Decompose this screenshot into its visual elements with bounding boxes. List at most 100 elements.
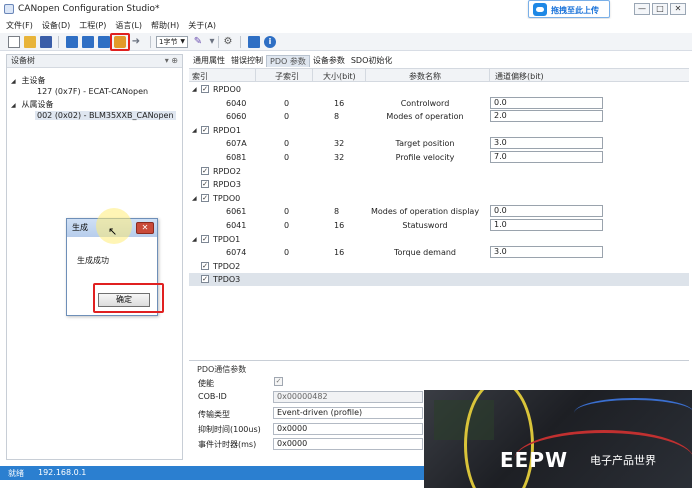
pdo-offset-field[interactable]: 3.0	[490, 137, 603, 150]
pdo-offset-field[interactable]: 1.0	[490, 219, 603, 231]
pdo-enable-checkbox[interactable]: ✓	[201, 166, 209, 175]
app-icon	[4, 4, 14, 14]
tab-error-control[interactable]: 错误控制	[228, 55, 266, 67]
menu-help[interactable]: 帮助(H)	[151, 19, 179, 33]
pin-icon[interactable]: ▾ ⊕	[165, 55, 178, 67]
pdo-entry-row[interactable]: 607A 0 32 Target position 3.0	[189, 137, 689, 150]
pdo-index-cell: 6081	[226, 153, 247, 162]
pdo-enable-checkbox[interactable]: ✓	[201, 85, 209, 93]
collapse-toggle-icon[interactable]: ◢	[192, 86, 197, 93]
device-tree-title: 设备树	[11, 56, 35, 65]
menu-about[interactable]: 关于(A)	[188, 19, 216, 33]
minimize-button[interactable]: —	[634, 3, 650, 15]
open-folder-icon[interactable]	[24, 36, 36, 48]
tree-item-label: 002 (0x02) - BLM35XXB_CANopen	[37, 111, 174, 120]
pdo-enable-checkbox[interactable]: ✓	[201, 125, 209, 134]
pdo-entry-row[interactable]: 6040 0 16 Controlword 0.0	[189, 96, 689, 110]
pdo-enable-checkbox[interactable]: ✓	[201, 261, 209, 270]
pdo-group-row[interactable]: ◢ ✓ RPDO1	[189, 124, 689, 137]
pdo-offset-field[interactable]: 2.0	[490, 110, 603, 123]
tab-sdo-init[interactable]: SDO初始化	[348, 55, 396, 67]
pdo-group-row[interactable]: ◢ ✓ TPDO1	[189, 233, 689, 246]
pdo-enable-checkbox[interactable]: ✓	[201, 180, 209, 189]
event-timer-field[interactable]: 0x0000	[273, 438, 423, 450]
pdo-group-row[interactable]: ◢ ✓ RPDO0	[189, 83, 689, 96]
tab-general[interactable]: 通用属性	[190, 55, 228, 67]
maximize-button[interactable]: □	[652, 3, 668, 15]
magic-wand-icon[interactable]: ✎	[192, 36, 204, 48]
collapse-toggle-icon[interactable]: ◢	[192, 195, 197, 202]
pdo-enable-checkbox[interactable]: ✓	[201, 193, 209, 202]
highlight-box-ok	[93, 283, 164, 313]
menu-bar: 文件(F) 设备(D) 工程(P) 语言(L) 帮助(H) 关于(A)	[0, 19, 692, 33]
cobid-field[interactable]: 0x00000482	[273, 391, 423, 403]
window-title: CANopen Configuration Studio*	[18, 4, 160, 14]
tree-item-master[interactable]: ◢ 主设备	[11, 75, 46, 86]
document-icon[interactable]	[248, 36, 260, 48]
pdo-group-row[interactable]: ✓ RPDO3	[189, 178, 689, 191]
pdo-name-cell: Target position	[395, 139, 455, 149]
chevron-down-icon: ▼	[180, 38, 185, 45]
pdo-group-row[interactable]: ✓ TPDO3	[189, 273, 689, 287]
tab-pdo[interactable]: PDO 参数	[266, 55, 310, 67]
menu-project[interactable]: 工程(P)	[79, 19, 106, 33]
toolbar-divider	[218, 36, 219, 48]
pdo-offset-field[interactable]: 3.0	[490, 246, 603, 259]
info-icon[interactable]: i	[264, 36, 276, 48]
pdo-entry-row[interactable]: 6074 0 16 Torque demand 3.0	[189, 246, 689, 259]
remove-device-icon[interactable]	[82, 36, 94, 48]
collapse-toggle-icon[interactable]: ◢	[192, 127, 197, 134]
pdo-offset-field[interactable]: 7.0	[490, 151, 603, 163]
settings-gear-icon[interactable]: ⚙	[222, 36, 234, 48]
device-config-icon[interactable]	[98, 36, 110, 48]
byte-size-select[interactable]: 1字节 ▼	[156, 36, 188, 48]
pdo-enable-checkbox[interactable]: ✓	[201, 234, 209, 243]
pdo-enable-checkbox[interactable]: ✓	[201, 275, 209, 284]
close-button[interactable]: ✕	[670, 3, 686, 15]
tree-item-master-node[interactable]: 127 (0x7F) - ECAT-CANopen	[37, 87, 148, 96]
pdo-name-cell: Modes of operation display	[370, 207, 480, 217]
inhibit-time-field[interactable]: 0x0000	[273, 423, 423, 435]
pdo-index-cell: 6041	[226, 221, 247, 230]
menu-language[interactable]: 语言(L)	[115, 19, 142, 33]
collapse-toggle-icon[interactable]: ◢	[11, 102, 19, 109]
pdo-group-label: TPDO2	[213, 261, 241, 271]
webcam-blue-cable	[574, 398, 692, 428]
transmission-type-select[interactable]: Event-driven (profile)	[273, 407, 423, 419]
pdo-group-row[interactable]: ✓ RPDO2	[189, 165, 689, 178]
pdo-group-row[interactable]: ◢ ✓ TPDO0	[189, 192, 689, 205]
pdo-entry-row[interactable]: 6060 0 8 Modes of operation 2.0	[189, 110, 689, 123]
pdo-offset-field[interactable]: 0.0	[490, 96, 603, 109]
menu-file[interactable]: 文件(F)	[6, 19, 33, 33]
dropdown-arrow-icon[interactable]: ▾	[206, 36, 218, 48]
pdo-entry-row[interactable]: 6061 0 8 Modes of operation display 0.0	[189, 205, 689, 218]
pdo-offset-field[interactable]: 0.0	[490, 205, 603, 218]
column-header-size: 大小(bit)	[323, 72, 356, 81]
tab-strip: 通用属性 错误控制 PDO 参数 设备参数 SDO初始化	[190, 55, 395, 67]
eepw-watermark-logo: EEPW	[500, 448, 569, 472]
collapse-toggle-icon[interactable]: ◢	[192, 236, 197, 243]
dialog-close-button[interactable]: ✕	[136, 222, 154, 234]
new-file-icon[interactable]	[8, 36, 20, 48]
menu-device[interactable]: 设备(D)	[42, 19, 70, 33]
column-header-index: 索引	[192, 72, 208, 81]
cloud-icon	[533, 3, 547, 16]
pdo-size-cell: 32	[334, 139, 345, 149]
tree-item-slave-node[interactable]: 002 (0x02) - BLM35XXB_CANopen	[35, 111, 176, 120]
pdo-group-label: RPDO2	[213, 166, 241, 176]
tab-device-params[interactable]: 设备参数	[310, 55, 348, 67]
pdo-name-cell: Statusword	[402, 221, 448, 230]
upload-widget[interactable]: 拖拽至此上传	[528, 0, 610, 18]
pdo-entry-row[interactable]: 6041 0 16 Statusword 1.0	[189, 219, 689, 232]
enable-checkbox[interactable]: ✓	[274, 377, 283, 386]
tree-item-label: 主设备	[21, 76, 46, 85]
collapse-toggle-icon[interactable]: ◢	[11, 78, 19, 85]
pdo-subindex-cell: 0	[284, 139, 290, 149]
add-device-icon[interactable]	[66, 36, 78, 48]
pdo-group-label: RPDO1	[213, 125, 241, 135]
export-arrow-icon[interactable]: ➜	[130, 36, 142, 48]
pdo-entry-row[interactable]: 6081 0 32 Profile velocity 7.0	[189, 151, 689, 164]
pdo-group-row[interactable]: ✓ TPDO2	[189, 260, 689, 273]
tree-item-slaves[interactable]: ◢ 从属设备	[11, 99, 54, 110]
save-icon[interactable]	[40, 36, 52, 48]
